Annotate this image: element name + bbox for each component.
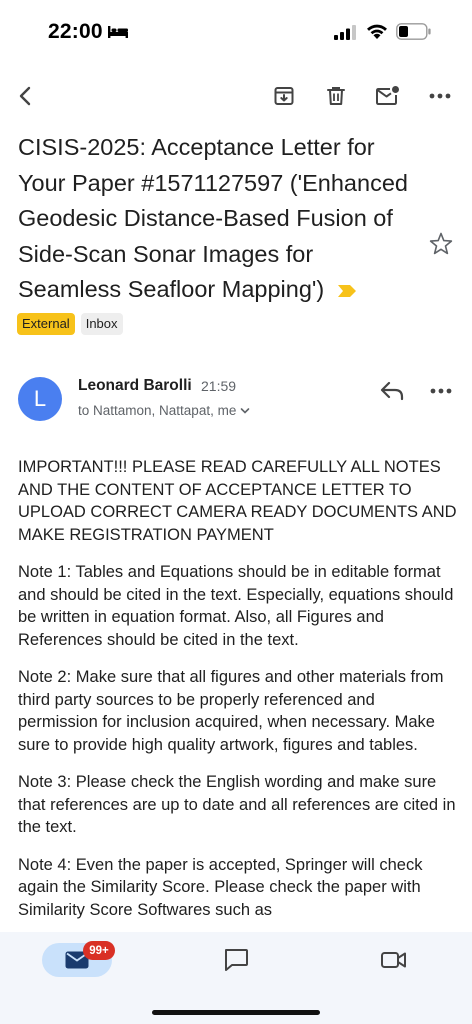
back-button[interactable] [6, 76, 46, 116]
toolbar [0, 76, 472, 116]
body-paragraph-note-3: Note 3: Please check the English wording… [18, 773, 456, 836]
trash-icon [327, 87, 345, 105]
archive-button[interactable] [264, 76, 304, 116]
more-options-button[interactable] [420, 76, 460, 116]
sender-avatar[interactable]: L [18, 377, 62, 421]
sender-name[interactable]: Leonard Barolli [78, 377, 192, 395]
back-arrow-icon [19, 86, 31, 106]
body-paragraph-note-4: Note 4: Even the paper is accepted, Spri… [18, 855, 423, 919]
label-inbox[interactable]: Inbox [80, 313, 123, 335]
email-subject: CISIS-2025: Acceptance Letter for Your P… [18, 130, 418, 308]
reply-icon[interactable] [378, 378, 408, 404]
bottom-nav: 99+ [0, 932, 472, 1024]
label-row: External Inbox [17, 313, 123, 335]
mark-unread-button[interactable] [368, 76, 408, 116]
recipients-toggle[interactable]: to Nattamon, Nattapat, me [78, 403, 250, 418]
more-horizontal-icon [429, 93, 451, 99]
importance-marker-icon[interactable] [337, 284, 357, 298]
battery-icon [396, 23, 431, 40]
subject-text: CISIS-2025: Acceptance Letter for Your P… [18, 134, 408, 302]
bed-icon [108, 26, 128, 38]
status-bar: 22:00 [0, 0, 472, 62]
chat-icon[interactable] [222, 947, 250, 973]
chevron-down-icon [241, 407, 250, 414]
wifi-icon [367, 24, 387, 39]
body-paragraph-note-1: Note 1: Tables and Equations should be i… [18, 563, 454, 649]
body-paragraph-important: IMPORTANT!!! PLEASE READ CAREFULLY ALL N… [18, 458, 457, 544]
message-more-button[interactable] [426, 378, 456, 404]
recipients-text: to Nattamon, Nattapat, me [78, 403, 237, 418]
email-body: IMPORTANT!!! PLEASE READ CAREFULLY ALL N… [18, 456, 458, 936]
archive-icon [274, 87, 294, 105]
more-horizontal-icon [430, 388, 452, 394]
sent-time: 21:59 [201, 378, 237, 394]
status-time: 22:00 [48, 20, 103, 43]
mark-unread-icon [376, 86, 399, 105]
home-indicator [152, 1010, 320, 1015]
mail-unread-badge: 99+ [83, 941, 115, 960]
label-external[interactable]: External [17, 313, 75, 335]
star-icon[interactable] [428, 231, 454, 257]
video-icon[interactable] [380, 947, 408, 973]
delete-button[interactable] [316, 76, 356, 116]
body-paragraph-note-2: Note 2: Make sure that all figures and o… [18, 668, 444, 754]
signal-icon [334, 25, 356, 40]
